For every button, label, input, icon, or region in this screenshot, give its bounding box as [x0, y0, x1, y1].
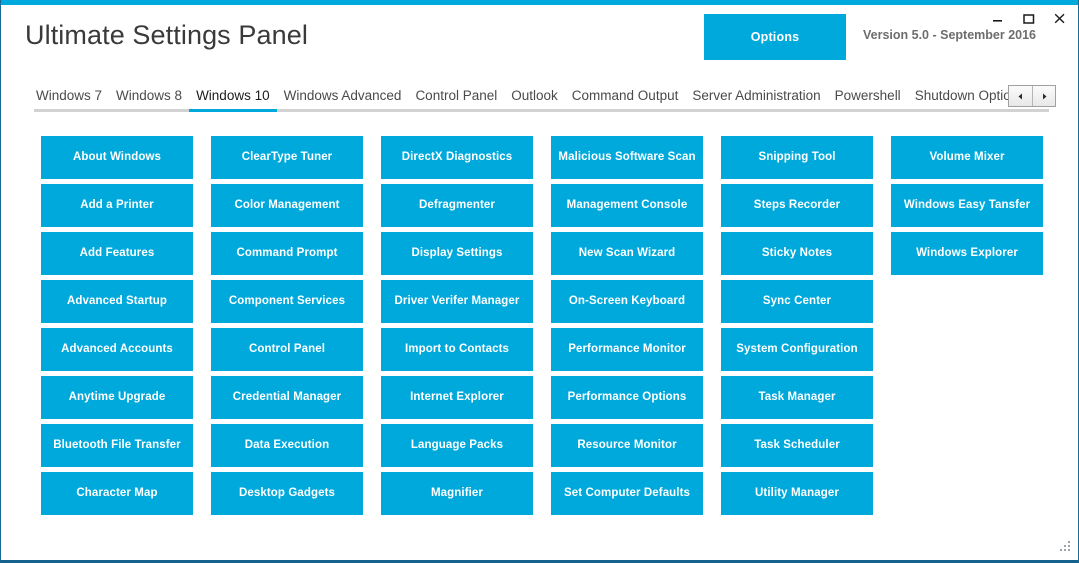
minimize-icon[interactable]: [983, 7, 1012, 29]
tool-button-defragmenter[interactable]: Defragmenter: [381, 184, 533, 227]
app-window: Ultimate Settings Panel Options Version …: [0, 0, 1079, 563]
tab-command-output[interactable]: Command Output: [565, 84, 686, 108]
tool-button-control-panel[interactable]: Control Panel: [211, 328, 363, 371]
tool-button-sync-center[interactable]: Sync Center: [721, 280, 873, 323]
tool-button-windows-easy-tansfer[interactable]: Windows Easy Tansfer: [891, 184, 1043, 227]
tool-button-internet-explorer[interactable]: Internet Explorer: [381, 376, 533, 419]
button-column-2: ClearType Tuner Color Management Command P…: [211, 136, 363, 515]
tool-button-new-scan-wizard[interactable]: New Scan Wizard: [551, 232, 703, 275]
page-title: Ultimate Settings Panel: [25, 20, 308, 50]
tool-button-data-execution[interactable]: Data Execution: [211, 424, 363, 467]
tab-list: Windows 7 Windows 8 Windows 10 Windows Adva…: [29, 84, 1043, 108]
tool-button-utility-manager[interactable]: Utility Manager: [721, 472, 873, 515]
tool-button-bluetooth-file-transfer[interactable]: Bluetooth File Transfer: [41, 424, 193, 467]
tool-button-performance-options[interactable]: Performance Options: [551, 376, 703, 419]
tool-button-driver-verifer-manager[interactable]: Driver Verifer Manager: [381, 280, 533, 323]
scroll-left-icon[interactable]: [1009, 86, 1032, 106]
tool-button-advanced-accounts[interactable]: Advanced Accounts: [41, 328, 193, 371]
window-controls: [983, 5, 1074, 31]
tool-button-snipping-tool[interactable]: Snipping Tool: [721, 136, 873, 179]
window-accent-strip: [1, 0, 1078, 5]
tool-button-add-features[interactable]: Add Features: [41, 232, 193, 275]
tool-button-advanced-startup[interactable]: Advanced Startup: [41, 280, 193, 323]
tool-button-resource-monitor[interactable]: Resource Monitor: [551, 424, 703, 467]
tool-button-anytime-upgrade[interactable]: Anytime Upgrade: [41, 376, 193, 419]
tab-powershell[interactable]: Powershell: [828, 84, 908, 108]
tool-button-task-scheduler[interactable]: Task Scheduler: [721, 424, 873, 467]
tool-button-add-a-printer[interactable]: Add a Printer: [41, 184, 193, 227]
button-column-1: About Windows Add a Printer Add Features Ad…: [41, 136, 193, 515]
tab-scroll-buttons: [1008, 85, 1056, 107]
tool-button-malicious-software-scan[interactable]: Malicious Software Scan: [551, 136, 703, 179]
tool-button-steps-recorder[interactable]: Steps Recorder: [721, 184, 873, 227]
scroll-right-icon[interactable]: [1032, 86, 1055, 106]
tab-underline-rule: [34, 109, 1049, 112]
tool-button-windows-explorer[interactable]: Windows Explorer: [891, 232, 1043, 275]
tool-button-desktop-gadgets[interactable]: Desktop Gadgets: [211, 472, 363, 515]
tool-button-character-map[interactable]: Character Map: [41, 472, 193, 515]
tab-windows-10[interactable]: Windows 10: [189, 84, 277, 108]
tool-button-task-manager[interactable]: Task Manager: [721, 376, 873, 419]
tab-control-panel[interactable]: Control Panel: [408, 84, 504, 108]
tool-button-on-screen-keyboard[interactable]: On-Screen Keyboard: [551, 280, 703, 323]
tool-button-management-console[interactable]: Management Console: [551, 184, 703, 227]
tab-bar: Windows 7 Windows 8 Windows 10 Windows Adva…: [1, 84, 1078, 112]
maximize-icon[interactable]: [1014, 7, 1043, 29]
button-column-6: Volume Mixer Windows Easy Tansfer Windows …: [891, 136, 1043, 515]
tab-server-administration[interactable]: Server Administration: [685, 84, 827, 108]
tab-windows-advanced[interactable]: Windows Advanced: [277, 84, 409, 108]
tool-button-cleartype-tuner[interactable]: ClearType Tuner: [211, 136, 363, 179]
tool-button-color-management[interactable]: Color Management: [211, 184, 363, 227]
tool-button-import-to-contacts[interactable]: Import to Contacts: [381, 328, 533, 371]
tool-button-about-windows[interactable]: About Windows: [41, 136, 193, 179]
button-column-4: Malicious Software Scan Management Consol…: [551, 136, 703, 515]
button-column-3: DirectX Diagnostics Defragmenter Display S…: [381, 136, 533, 515]
tool-button-system-configuration[interactable]: System Configuration: [721, 328, 873, 371]
tool-button-component-services[interactable]: Component Services: [211, 280, 363, 323]
tab-outlook[interactable]: Outlook: [504, 84, 565, 108]
tool-button-sticky-notes[interactable]: Sticky Notes: [721, 232, 873, 275]
tab-active-underline: [189, 109, 277, 112]
resize-grip-icon[interactable]: [1059, 540, 1072, 553]
close-icon[interactable]: [1045, 7, 1074, 29]
tool-button-language-packs[interactable]: Language Packs: [381, 424, 533, 467]
tool-button-credential-manager[interactable]: Credential Manager: [211, 376, 363, 419]
tool-button-performance-monitor[interactable]: Performance Monitor: [551, 328, 703, 371]
options-button[interactable]: Options: [704, 14, 846, 60]
tool-button-display-settings[interactable]: Display Settings: [381, 232, 533, 275]
button-column-5: Snipping Tool Steps Recorder Sticky Notes S…: [721, 136, 873, 515]
tool-button-volume-mixer[interactable]: Volume Mixer: [891, 136, 1043, 179]
settings-button-grid: About Windows Add a Printer Add Features Ad…: [41, 136, 1043, 515]
tool-button-magnifier[interactable]: Magnifier: [381, 472, 533, 515]
tool-button-command-prompt[interactable]: Command Prompt: [211, 232, 363, 275]
tab-windows-8[interactable]: Windows 8: [109, 84, 189, 108]
tool-button-directx-diagnostics[interactable]: DirectX Diagnostics: [381, 136, 533, 179]
tab-windows-7[interactable]: Windows 7: [29, 84, 109, 108]
tool-button-set-computer-defaults[interactable]: Set Computer Defaults: [551, 472, 703, 515]
